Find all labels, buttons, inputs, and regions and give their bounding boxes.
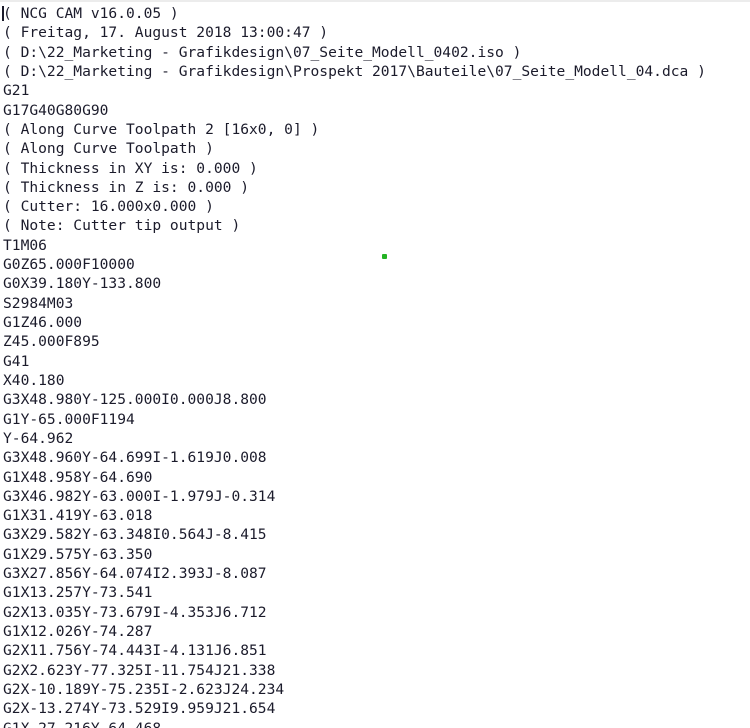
code-line[interactable]: G2X11.756Y-74.443I-4.131J6.851 [0, 641, 750, 660]
code-line[interactable]: G1X-27.216Y-64.468 [0, 719, 750, 728]
code-line[interactable]: ( D:\22_Marketing - Grafikdesign\Prospek… [0, 62, 750, 81]
pointer-marker-icon [382, 254, 387, 259]
code-line[interactable]: G0X39.180Y-133.800 [0, 274, 750, 293]
code-line[interactable]: G17G40G80G90 [0, 101, 750, 120]
code-line[interactable]: ( Note: Cutter tip output ) [0, 216, 750, 235]
code-line[interactable]: ( Freitag, 17. August 2018 13:00:47 ) [0, 23, 750, 42]
code-line[interactable]: Z45.000F895 [0, 332, 750, 351]
code-line[interactable]: G2X2.623Y-77.325I-11.754J21.338 [0, 661, 750, 680]
code-line[interactable]: G1X48.958Y-64.690 [0, 468, 750, 487]
code-line[interactable]: ( Along Curve Toolpath ) [0, 139, 750, 158]
code-line[interactable]: G1X29.575Y-63.350 [0, 545, 750, 564]
code-line[interactable]: G1X13.257Y-73.541 [0, 583, 750, 602]
code-line[interactable]: Y-64.962 [0, 429, 750, 448]
code-line[interactable]: G3X46.982Y-63.000I-1.979J-0.314 [0, 487, 750, 506]
code-line[interactable]: X40.180 [0, 371, 750, 390]
code-line[interactable]: T1M06 [0, 236, 750, 255]
code-line[interactable]: G3X29.582Y-63.348I0.564J-8.415 [0, 525, 750, 544]
code-line[interactable]: G3X48.980Y-125.000I0.000J8.800 [0, 390, 750, 409]
code-line[interactable]: G3X48.960Y-64.699I-1.619J0.008 [0, 448, 750, 467]
code-line[interactable]: ( D:\22_Marketing - Grafikdesign\07_Seit… [0, 43, 750, 62]
code-line[interactable]: ( Thickness in Z is: 0.000 ) [0, 178, 750, 197]
code-line[interactable]: G1X12.026Y-74.287 [0, 622, 750, 641]
code-line[interactable]: G0Z65.000F10000 [0, 255, 750, 274]
code-editor-viewport[interactable]: ( NCG CAM v16.0.05 )( Freitag, 17. Augus… [0, 0, 750, 728]
code-line[interactable]: G21 [0, 81, 750, 100]
code-line[interactable]: ( Along Curve Toolpath 2 [16x0, 0] ) [0, 120, 750, 139]
code-line[interactable]: G2X13.035Y-73.679I-4.353J6.712 [0, 603, 750, 622]
code-line[interactable]: G41 [0, 352, 750, 371]
code-line[interactable]: ( Thickness in XY is: 0.000 ) [0, 159, 750, 178]
code-line[interactable]: G1Z46.000 [0, 313, 750, 332]
code-line[interactable]: G2X-13.274Y-73.529I9.959J21.654 [0, 699, 750, 718]
code-line[interactable]: G1Y-65.000F1194 [0, 410, 750, 429]
code-line[interactable]: ( NCG CAM v16.0.05 ) [0, 4, 750, 23]
code-line[interactable]: G1X31.419Y-63.018 [0, 506, 750, 525]
code-line[interactable]: G2X-10.189Y-75.235I-2.623J24.234 [0, 680, 750, 699]
code-line[interactable]: G3X27.856Y-64.074I2.393J-8.087 [0, 564, 750, 583]
code-line[interactable]: S2984M03 [0, 294, 750, 313]
nc-program-code-listing[interactable]: ( NCG CAM v16.0.05 )( Freitag, 17. Augus… [0, 4, 750, 728]
code-line[interactable]: ( Cutter: 16.000x0.000 ) [0, 197, 750, 216]
